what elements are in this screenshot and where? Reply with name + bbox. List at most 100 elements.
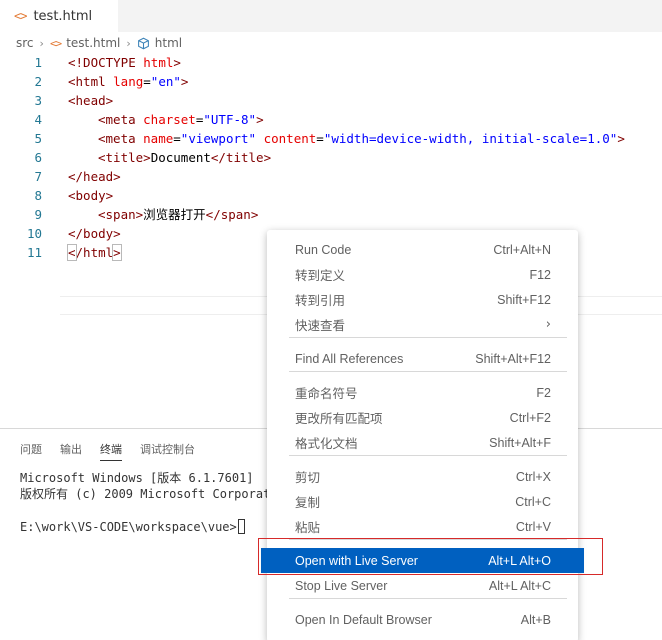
menu-item-item-8[interactable]: 剪切 Ctrl+X	[267, 464, 578, 489]
context-menu: Run Code Ctrl+Alt+N 转到定义 F12 转到引用 Shift+F12 快速…	[261, 230, 584, 640]
terminal-prompt-line[interactable]: E:\work\VS-CODE\workspace\vue>	[20, 519, 245, 535]
code-text: <meta charset="UTF-8">	[98, 110, 264, 129]
line-number: 3	[34, 93, 42, 108]
breadcrumb-symbol[interactable]: html	[155, 36, 182, 50]
code-token: "UTF-8"	[203, 112, 257, 127]
tab-terminal[interactable]: 终端	[100, 441, 122, 461]
code-token: content	[263, 131, 317, 146]
menu-item-shortcut: Ctrl+Alt+N	[493, 242, 551, 257]
code-line[interactable]: 7 </head>	[0, 167, 662, 186]
menu-item-label: Run Code	[295, 242, 352, 257]
code-token: "width=device-width, initial-scale=1.0"	[323, 131, 618, 146]
code-text: </body>	[68, 224, 121, 243]
breadcrumb-folder[interactable]: src	[16, 36, 34, 50]
tab-problems[interactable]: 问题	[20, 441, 42, 461]
code-text: <span>浏览器打开</span>	[98, 205, 258, 224]
menu-item-shortcut: Ctrl+F2	[509, 410, 551, 425]
chevron-right-icon: ›	[545, 317, 551, 332]
menu-item-item-6[interactable]: 更改所有匹配项 Ctrl+F2	[267, 405, 578, 430]
menu-item-item-1[interactable]: 转到定义 F12	[267, 262, 578, 287]
menu-item-shortcut: Alt+L Alt+O	[488, 553, 551, 568]
terminal-line: 版权所有 (c) 2009 Microsoft Corporat	[20, 487, 271, 501]
code-token: >	[112, 244, 122, 261]
code-text: <html lang="en">	[68, 72, 188, 91]
code-token: html	[143, 55, 174, 70]
line-number: 7	[34, 169, 42, 184]
menu-item-run-code[interactable]: Run Code Ctrl+Alt+N	[267, 237, 578, 262]
menu-separator	[289, 371, 567, 372]
code-token: </title>	[210, 150, 272, 165]
code-token: 浏览器打开	[143, 207, 206, 222]
menu-item-shortcut: Shift+Alt+F	[489, 435, 551, 450]
code-text: <head>	[68, 91, 113, 110]
code-token: =	[316, 131, 324, 146]
cube-icon	[137, 37, 150, 50]
code-text: <meta name="viewport" content="width=dev…	[98, 129, 625, 148]
menu-item-item-9[interactable]: 复制 Ctrl+C	[267, 489, 578, 514]
tab-output[interactable]: 输出	[60, 441, 82, 461]
menu-item-shortcut: Ctrl+C	[515, 494, 551, 509]
code-token: =	[143, 74, 151, 89]
menu-item-label: Open In Default Browser	[295, 612, 432, 627]
menu-item-label: 剪切	[295, 471, 321, 485]
line-number: 2	[34, 74, 42, 89]
menu-item-label: Stop Live Server	[295, 578, 388, 593]
code-line[interactable]: 9 <span>浏览器打开</span>	[0, 205, 662, 224]
code-token: >	[180, 74, 189, 89]
code-line[interactable]: 3 <head>	[0, 91, 662, 110]
code-token: name	[143, 131, 174, 146]
code-token: <body>	[68, 188, 114, 203]
menu-item-item-7[interactable]: 格式化文档 Shift+Alt+F	[267, 430, 578, 455]
code-token: charset	[143, 112, 196, 127]
menu-item-label: 格式化文档	[295, 437, 358, 451]
tab-test-html[interactable]: <> test.html	[0, 0, 118, 32]
code-token: <title>	[98, 150, 151, 165]
menu-item-open-in-default-browser[interactable]: Open In Default Browser Alt+B	[267, 607, 578, 632]
menu-item-open-with-live-server[interactable]: Open with Live Server Alt+L Alt+O	[261, 548, 584, 573]
code-token: >	[617, 131, 625, 146]
menu-item-label: 更改所有匹配项	[295, 412, 383, 426]
code-text: <title>Document</title>	[98, 148, 271, 167]
chevron-right-icon: ›	[126, 36, 131, 50]
code-line[interactable]: 8 <body>	[0, 186, 662, 205]
menu-item-shortcut: Ctrl+X	[515, 469, 551, 484]
menu-item-item-2[interactable]: 转到引用 Shift+F12	[267, 287, 578, 312]
menu-item-shortcut: Alt+B	[520, 612, 551, 627]
code-line[interactable]: 1 <!DOCTYPE html>	[0, 53, 662, 72]
code-text: <!DOCTYPE html>	[68, 53, 181, 72]
menu-item-stop-live-server[interactable]: Stop Live Server Alt+L Alt+C	[267, 573, 578, 598]
line-number: 1	[34, 55, 42, 70]
breadcrumb-file[interactable]: test.html	[66, 36, 120, 50]
html-tag-icon: <>	[14, 9, 27, 23]
breadcrumb: src › <> test.html › html	[0, 33, 182, 53]
code-line[interactable]: 4 <meta charset="UTF-8">	[0, 110, 662, 129]
menu-item-item-10[interactable]: 粘贴 Ctrl+V	[267, 514, 578, 539]
menu-separator	[289, 598, 567, 599]
code-text: </html>	[67, 243, 122, 262]
tab-debug-console[interactable]: 调试控制台	[140, 441, 195, 461]
line-number: 11	[26, 245, 42, 260]
menu-item-shortcut: F12	[529, 267, 551, 282]
menu-separator	[289, 337, 567, 338]
menu-item-item-5[interactable]: 重命名符号 F2	[267, 380, 578, 405]
menu-item-label: 粘贴	[295, 521, 321, 535]
terminal-cursor	[237, 519, 245, 534]
line-number: 4	[34, 112, 42, 127]
line-number: 8	[34, 188, 42, 203]
menu-item-shortcut: Shift+Alt+F12	[475, 351, 551, 366]
code-token: Document	[150, 150, 211, 165]
menu-item-find-all-references[interactable]: Find All References Shift+Alt+F12	[267, 346, 578, 371]
menu-item-item-3[interactable]: 快速查看 ›	[267, 312, 578, 337]
code-line[interactable]: 5 <meta name="viewport" content="width=de…	[0, 129, 662, 148]
menu-item-shortcut: Ctrl+V	[515, 519, 551, 534]
code-line[interactable]: 2 <html lang="en">	[0, 72, 662, 91]
code-line[interactable]: 6 <title>Document</title>	[0, 148, 662, 167]
line-number: 6	[34, 150, 42, 165]
code-token: <html	[68, 74, 114, 89]
code-token: <!DOCTYPE	[68, 55, 144, 70]
terminal-line: Microsoft Windows [版本 6.1.7601]	[20, 471, 254, 485]
code-text: </head>	[68, 167, 121, 186]
code-token: <span>	[98, 207, 144, 222]
code-token: </span>	[205, 207, 259, 222]
